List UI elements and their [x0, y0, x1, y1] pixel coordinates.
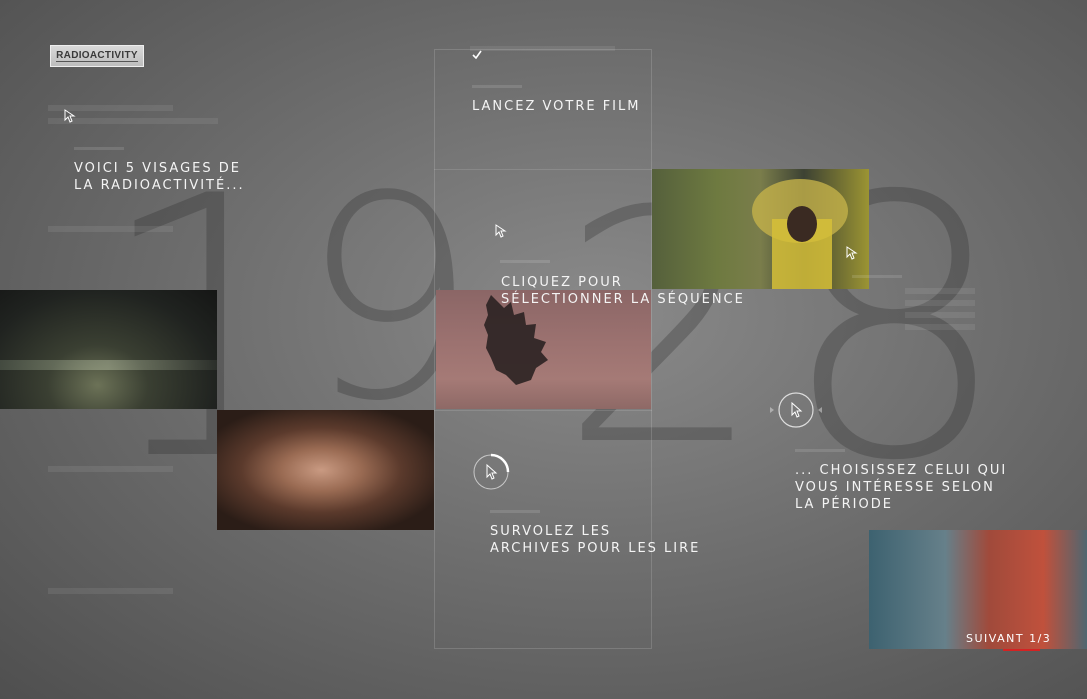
decor-line [48, 226, 173, 232]
divider-line [434, 169, 652, 170]
decor-line [905, 312, 975, 318]
launch-caption: LANCEZ VOTRE FILM [472, 99, 641, 114]
divider-line [434, 410, 652, 411]
slider-circle-icon[interactable] [768, 390, 824, 434]
cursor-icon [846, 245, 858, 260]
cursor-icon [495, 223, 507, 238]
decor-line [905, 288, 975, 294]
archive-tile-night-sky[interactable] [0, 290, 217, 409]
tag-line [490, 510, 540, 513]
logo-text: RADIOACTIVITY [56, 50, 138, 62]
intro-caption: VOICI 5 VISAGES DE LA RADIOACTIVITÉ... [74, 161, 245, 193]
decor-line [48, 588, 173, 594]
choose-caption: ... CHOISISSEZ CELUI QUI VOUS INTÉRESSE … [795, 463, 1008, 512]
tag-line [74, 147, 124, 150]
archive-tile-market[interactable] [652, 169, 869, 289]
decor-line [905, 300, 975, 306]
next-progress-bar [1003, 649, 1040, 651]
tag-line [472, 85, 522, 88]
check-icon [472, 44, 482, 63]
archive-tile-woman-face[interactable] [217, 410, 434, 530]
select-caption: CLIQUEZ POUR SÉLECTIONNER LA SÉQUENCE [501, 275, 745, 307]
tag-line [795, 449, 845, 452]
decor-line [905, 324, 975, 330]
tag-line [500, 260, 550, 263]
next-button[interactable]: SUIVANT 1/3 [966, 632, 1051, 645]
market-figure [752, 179, 848, 289]
center-guide-frame [434, 49, 652, 649]
tag-line [852, 275, 902, 278]
decor-line [48, 466, 173, 472]
hover-caption: SURVOLEZ LES ARCHIVES POUR LES LIRE [490, 524, 701, 556]
radioactivity-logo[interactable]: RADIOACTIVITY [50, 45, 144, 67]
cursor-icon [64, 108, 76, 123]
loading-circle-icon[interactable] [471, 452, 511, 496]
